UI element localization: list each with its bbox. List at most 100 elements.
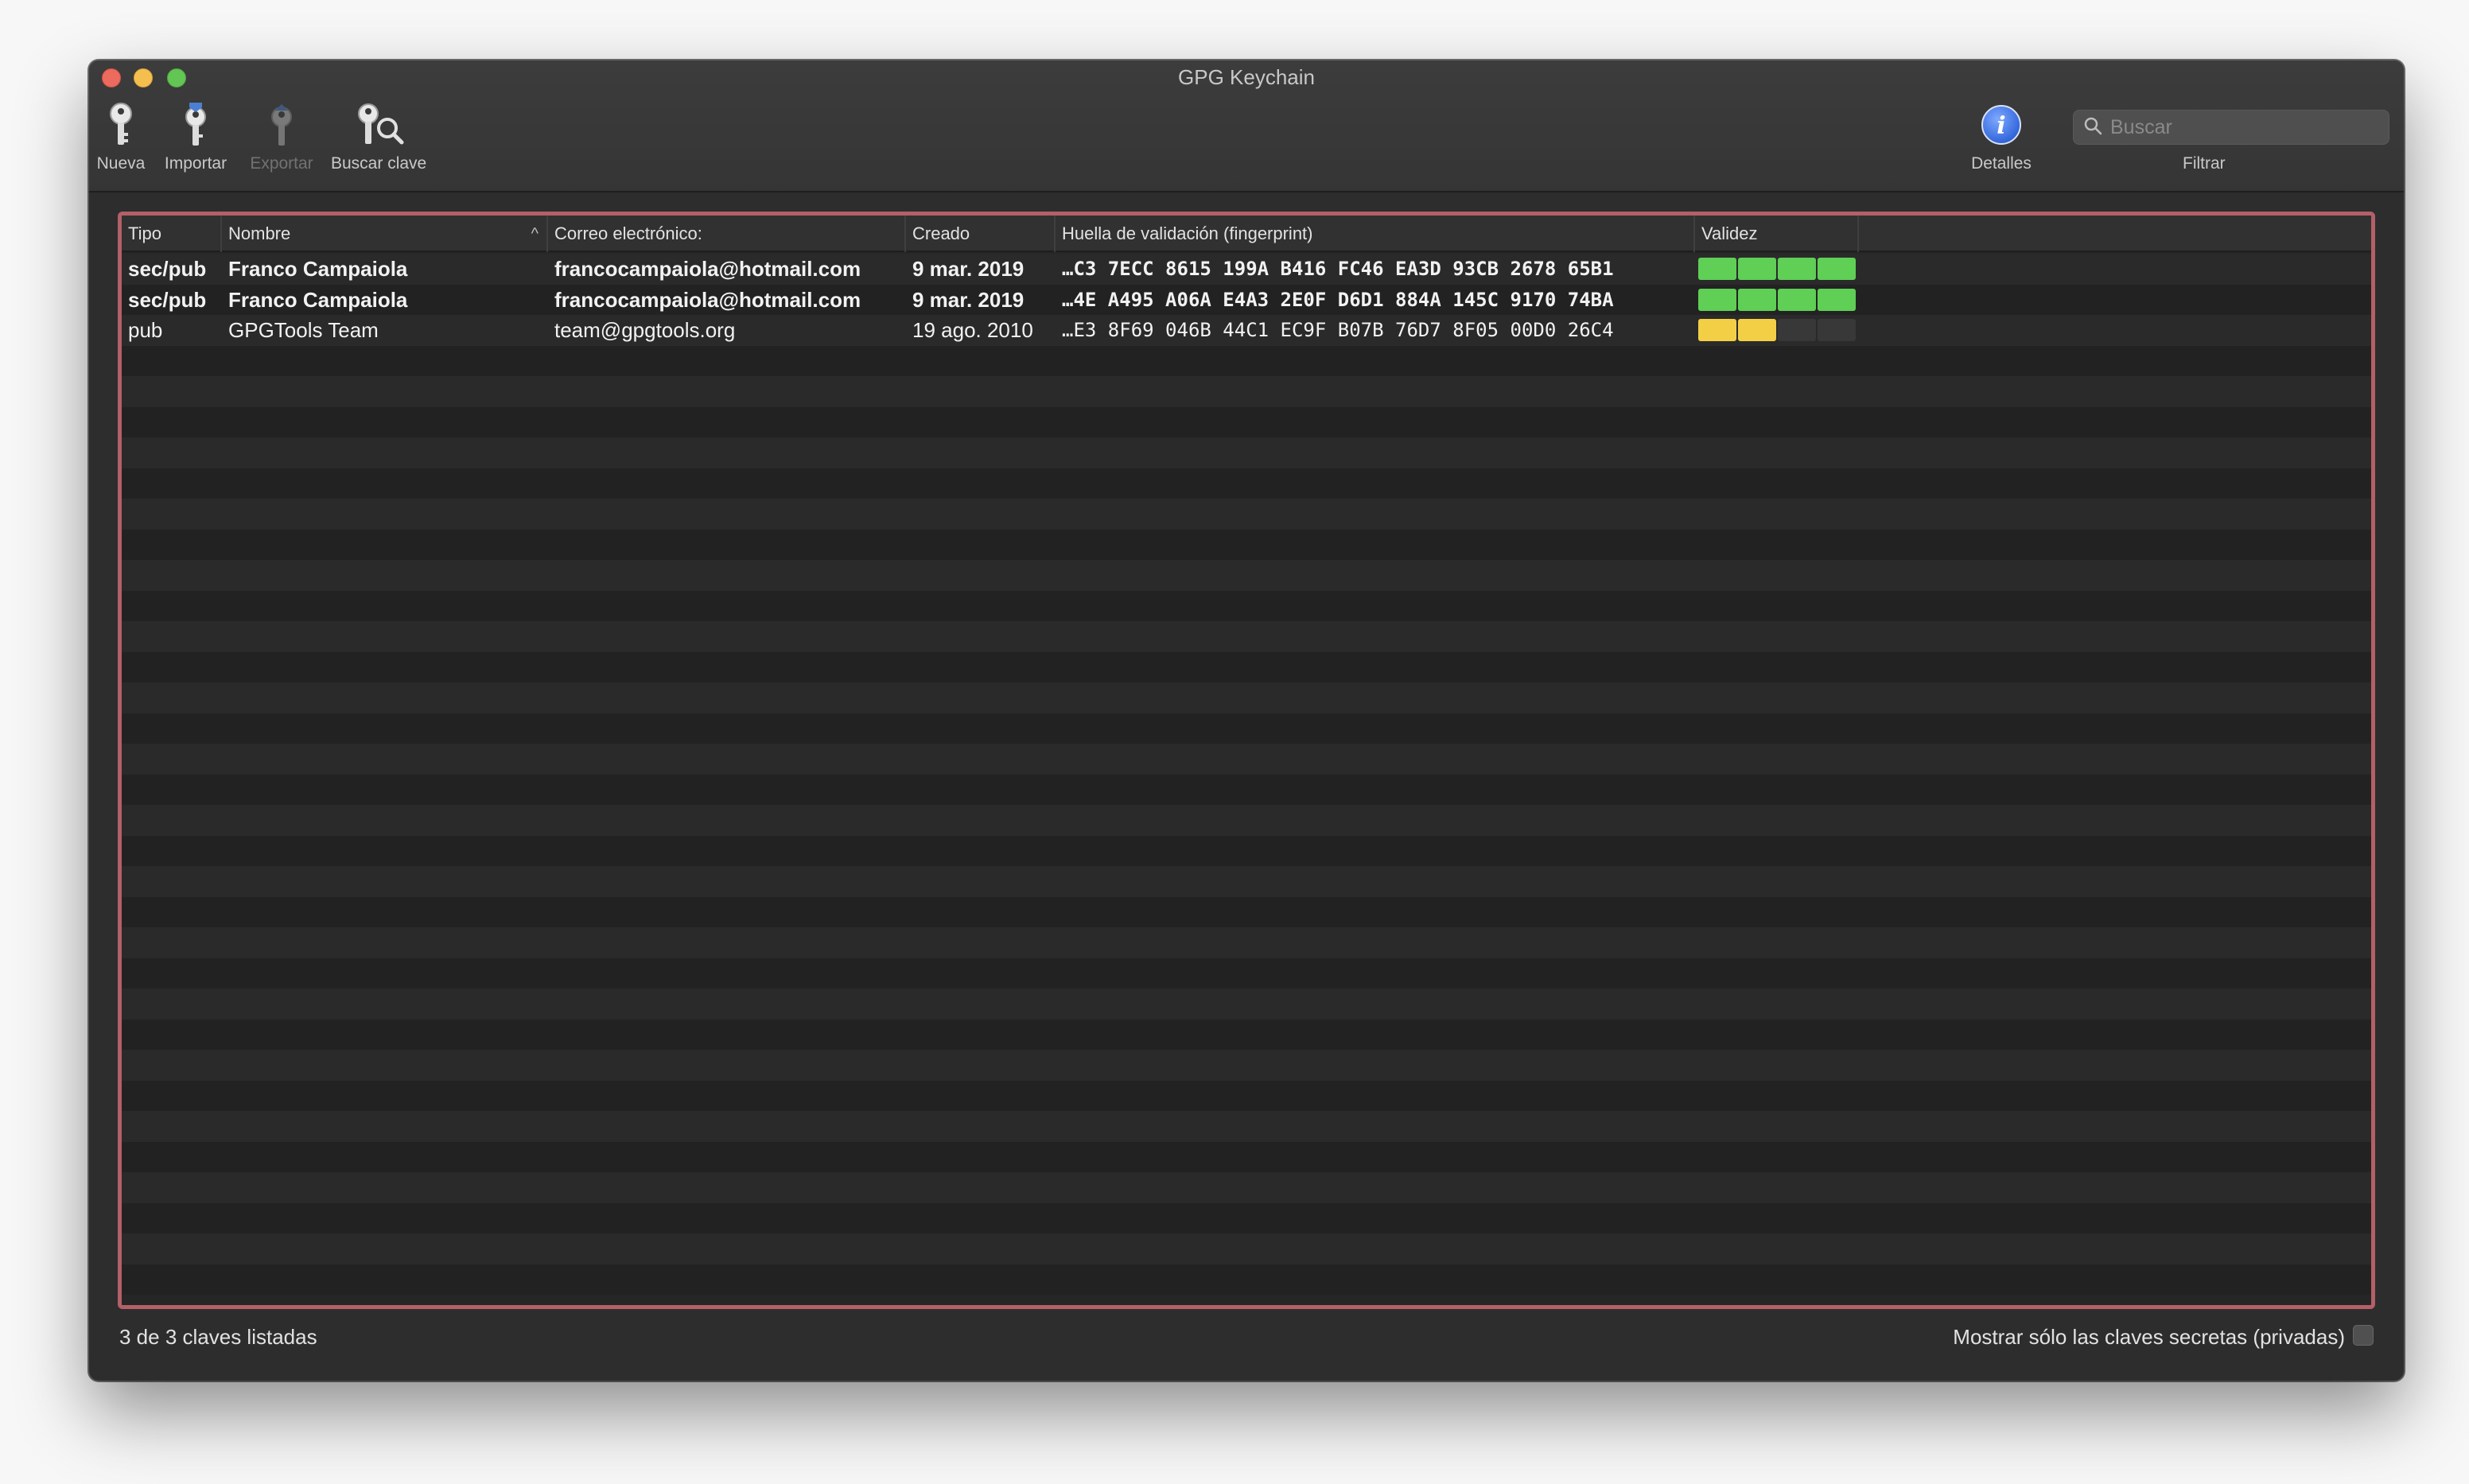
secret-only-label: Mostrar sólo las claves secretas (privad…: [1953, 1325, 2345, 1349]
validity-segment: [1738, 288, 1776, 311]
cell-email: team@gpgtools.org: [554, 318, 736, 342]
cell-created: 9 mar. 2019: [912, 257, 1025, 281]
empty-row: [122, 651, 2371, 682]
column-header-validity[interactable]: Validez: [1695, 216, 1859, 252]
search-field[interactable]: [2073, 110, 2389, 145]
empty-row: [122, 713, 2371, 744]
import-key-icon: [164, 97, 227, 153]
titlebar-toolbar: GPG Keychain Nueva Importar Exportar Bus…: [89, 60, 2404, 192]
empty-row: [122, 1111, 2371, 1142]
key-search-icon: [347, 97, 410, 153]
cell-name: Franco Campaiola: [228, 257, 408, 281]
cell-created: 9 mar. 2019: [912, 287, 1025, 312]
info-icon: i: [1969, 97, 2033, 153]
secret-only-checkbox[interactable]: [2353, 1325, 2374, 1346]
empty-row: [122, 406, 2371, 437]
column-header-created[interactable]: Creado: [906, 216, 1056, 252]
export-key-icon: [250, 97, 313, 153]
validity-segment: [1778, 258, 1816, 280]
empty-row: [122, 805, 2371, 836]
empty-row: [122, 1172, 2371, 1203]
validity-segment: [1738, 258, 1776, 280]
details-label: Detalles: [1971, 154, 2032, 173]
details-button[interactable]: i Detalles: [1969, 97, 2033, 173]
empty-row: [122, 590, 2371, 621]
empty-row: [122, 927, 2371, 958]
import-key-button[interactable]: Importar: [164, 97, 227, 173]
search-input[interactable]: [2110, 115, 2381, 139]
empty-row: [122, 345, 2371, 376]
empty-row: [122, 774, 2371, 805]
new-key-label: Nueva: [96, 154, 146, 173]
table-row[interactable]: sec/pub Franco Campaiola francocampaiola@h…: [122, 284, 2371, 315]
cell-type: sec/pub: [128, 257, 207, 281]
table-header: Tipo Nombre ^ Correo electrónico: Creado…: [122, 216, 2371, 252]
validity-segment: [1698, 319, 1736, 341]
column-header-name[interactable]: Nombre ^: [222, 216, 548, 252]
filter-label: Filtrar: [2183, 154, 2226, 173]
empty-row: [122, 1141, 2371, 1172]
column-header-name-label: Nombre: [228, 223, 291, 243]
empty-row: [122, 529, 2371, 560]
svg-text:i: i: [1997, 112, 2005, 140]
empty-row: [122, 1050, 2371, 1081]
empty-row: [122, 560, 2371, 591]
lookup-key-label: Buscar clave: [331, 154, 427, 173]
export-key-label: Exportar: [250, 154, 313, 173]
cell-fingerprint: …C3 7ECC 8615 199A B416 FC46 EA3D 93CB 2…: [1062, 258, 1614, 280]
empty-row: [122, 744, 2371, 775]
empty-row: [122, 1080, 2371, 1111]
cell-created: 19 ago. 2010: [912, 318, 1033, 342]
column-header-fingerprint[interactable]: Huella de validación (fingerprint): [1056, 216, 1695, 252]
cell-email: francocampaiola@hotmail.com: [554, 257, 861, 281]
cell-name: GPGTools Team: [228, 318, 379, 342]
empty-row: [122, 499, 2371, 530]
cell-fingerprint: …E3 8F69 046B 44C1 EC9F B07B 76D7 8F05 0…: [1062, 319, 1614, 341]
validity-meter: [1698, 319, 1856, 341]
lookup-key-button[interactable]: Buscar clave: [331, 97, 426, 173]
table-row[interactable]: pub GPGTools Team team@gpgtools.org 19 ago.…: [122, 315, 2371, 346]
app-window: GPG Keychain Nueva Importar Exportar Bus…: [89, 60, 2404, 1381]
validity-segment: [1698, 288, 1736, 311]
validity-segment: [1778, 319, 1816, 341]
empty-row: [122, 989, 2371, 1020]
validity-segment: [1778, 288, 1816, 311]
empty-row: [122, 1202, 2371, 1233]
window-title: GPG Keychain: [1178, 65, 1315, 89]
column-header-email[interactable]: Correo electrónico:: [548, 216, 906, 252]
table-row[interactable]: sec/pub Franco Campaiola francocampaiola@h…: [122, 254, 2371, 285]
search-icon: [2083, 116, 2102, 139]
empty-row: [122, 682, 2371, 713]
import-key-label: Importar: [164, 154, 227, 173]
validity-meter: [1698, 258, 1856, 280]
empty-row: [122, 468, 2371, 499]
key-count-status: 3 de 3 claves listadas: [119, 1325, 317, 1349]
key-icon: [89, 97, 153, 153]
empty-row: [122, 1264, 2371, 1295]
validity-meter: [1698, 288, 1856, 311]
empty-row: [122, 896, 2371, 927]
empty-row: [122, 958, 2371, 989]
cell-fingerprint: …4E A495 A06A E4A3 2E0F D6D1 884A 145C 9…: [1062, 288, 1614, 311]
keys-table: Tipo Nombre ^ Correo electrónico: Creado…: [118, 212, 2375, 1309]
empty-row: [122, 866, 2371, 897]
validity-segment: [1698, 258, 1736, 280]
cell-type: pub: [128, 318, 163, 342]
empty-row: [122, 835, 2371, 866]
empty-row: [122, 1019, 2371, 1050]
validity-segment: [1818, 319, 1856, 341]
sort-ascending-icon: ^: [531, 225, 539, 243]
empty-row: [122, 1233, 2371, 1265]
validity-segment: [1818, 288, 1856, 311]
empty-row: [122, 376, 2371, 407]
export-key-button[interactable]: Exportar: [250, 97, 313, 173]
cell-type: sec/pub: [128, 287, 207, 312]
validity-segment: [1818, 258, 1856, 280]
validity-segment: [1738, 319, 1776, 341]
column-header-type[interactable]: Tipo: [122, 216, 222, 252]
cell-name: Franco Campaiola: [228, 287, 408, 312]
empty-row: [122, 621, 2371, 652]
new-key-button[interactable]: Nueva: [89, 97, 153, 173]
table-body: sec/pub Franco Campaiola francocampaiola@h…: [122, 254, 2371, 1305]
empty-row: [122, 437, 2371, 468]
